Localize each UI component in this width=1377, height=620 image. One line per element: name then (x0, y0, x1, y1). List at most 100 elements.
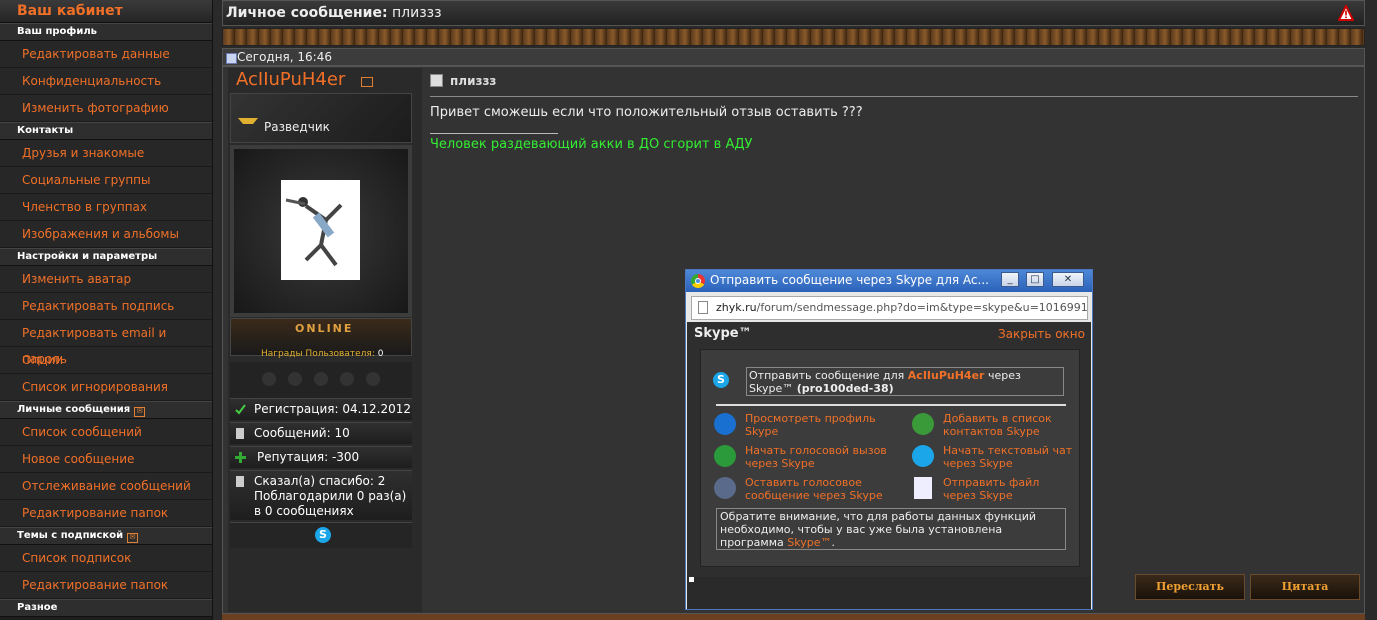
sidebar-item-group-membership[interactable]: Членство в группах (0, 194, 212, 221)
sidebar-item-change-avatar[interactable]: Изменить аватар (0, 266, 212, 293)
chrome-icon (691, 274, 705, 288)
sidebar-section-subs-label: Темы с подпиской (17, 530, 124, 541)
sidebar-item-options[interactable]: Опции (0, 347, 212, 374)
page-header: Личное сообщение: плиззз (222, 0, 1365, 26)
maximize-button[interactable]: □ (1026, 272, 1044, 287)
medal-slot (314, 372, 328, 386)
sidebar-item-edit-folders-pm[interactable]: Редактирование папок (0, 500, 212, 527)
document-icon (236, 428, 244, 439)
sidebar-section-settings: Настройки и параметры (0, 248, 212, 266)
divider (716, 404, 1066, 406)
user-menu-icon[interactable] (361, 77, 373, 87)
notice-skype-link[interactable]: Skype™ (787, 536, 831, 549)
sidebar-item-ignore-list[interactable]: Список игнорирования (0, 374, 212, 401)
sidebar-item-edit-data[interactable]: Редактировать данные (0, 41, 212, 68)
stat-thanks: Сказал(а) спасибо: 2 Поблагодарили 0 раз… (230, 470, 412, 520)
post-date: Сегодня, 16:46 (237, 50, 332, 64)
sidebar-section-misc: Разное (0, 599, 212, 617)
stat-thanks-text: Сказал(а) спасибо: 2 Поблагодарили 0 раз… (254, 474, 407, 518)
stat-reputation-text: Репутация: -300 (257, 450, 360, 464)
message-icon (430, 74, 443, 87)
sidebar-section-profile: Ваш профиль (0, 23, 212, 41)
sidebar-item-message-list[interactable]: Список сообщений (0, 419, 212, 446)
notice-text: Обратите внимание, что для работы данных… (720, 510, 1037, 549)
skype-id: (pro100ded-38) (796, 382, 894, 395)
skype-icon: S (713, 372, 729, 388)
sidebar-item-subscription-list[interactable]: Список подписок (0, 545, 212, 572)
sidebar-section-contacts: Контакты (0, 122, 212, 140)
phone-icon (714, 445, 736, 467)
sidebar-section-pm-label: Личные сообщения (17, 404, 131, 415)
url-text: zhyk.ru/forum/sendmessage.php?do=im&type… (716, 301, 1088, 314)
user-contact-bar: S (230, 522, 412, 548)
skype-heading: Skype™ (694, 326, 752, 341)
medal-slot (340, 372, 354, 386)
file-icon (914, 477, 932, 499)
medal-slot (366, 372, 380, 386)
minimize-button[interactable]: _ (1001, 272, 1019, 287)
forward-button[interactable]: Переслать (1135, 574, 1245, 600)
decorative-stripe (222, 28, 1365, 46)
sidebar: Ваш кабинет Ваш профиль Редактировать да… (0, 0, 213, 620)
sidebar-item-images-albums[interactable]: Изображения и альбомы (0, 221, 212, 248)
stat-registration-text: Регистрация: 04.12.2012 (254, 402, 412, 416)
skype-actions-panel: S Отправить сообщение для AcIIuPuH4er че… (700, 349, 1080, 567)
send-user: AcIIuPuH4er (907, 369, 985, 382)
page-title-label: Личное сообщение: (226, 5, 388, 21)
sidebar-section-pm: Личные сообщения ✉ (0, 401, 212, 419)
medals-row (230, 362, 412, 398)
sidebar-item-edit-email[interactable]: Редактировать email и пароль (0, 320, 212, 366)
link-send-file[interactable]: Отправить файл через Skype (943, 476, 1073, 502)
divider (430, 96, 1358, 97)
notice-box: Обратите внимание, что для работы данных… (716, 508, 1066, 550)
awards-label: Награды Пользователя: (261, 349, 375, 359)
post-icon (226, 53, 237, 64)
url-bar[interactable]: zhyk.ru/forum/sendmessage.php?do=im&type… (691, 296, 1088, 320)
sidebar-item-edit-folders-subs[interactable]: Редактирование папок (0, 572, 212, 599)
info-icon (714, 413, 736, 435)
decorative-stripe-bottom (222, 614, 1365, 620)
signature-text: Человек раздевающий акки в ДО сгорит в А… (430, 137, 753, 152)
skype-popup-window: Отправить сообщение через Skype для Ac..… (685, 269, 1093, 610)
stat-registration: Регистрация: 04.12.2012 (230, 398, 412, 420)
sidebar-item-track-messages[interactable]: Отслеживание сообщений (0, 473, 212, 500)
url-path: /forum/sendmessage.php?do=im&type=skype&… (756, 301, 1088, 314)
envelope-icon[interactable]: ✉ (127, 533, 139, 543)
sidebar-item-edit-signature[interactable]: Редактировать подпись (0, 293, 212, 320)
quote-button[interactable]: Цитата (1250, 574, 1360, 600)
sidebar-item-privacy[interactable]: Конфиденциальность (0, 68, 212, 95)
stat-reputation: Репутация: -300 (230, 446, 412, 468)
link-text-chat[interactable]: Начать текстовый чат через Skype (943, 444, 1073, 470)
url-domain: zhyk.ru (716, 301, 757, 314)
close-button[interactable]: ✕ (1052, 272, 1084, 287)
sidebar-item-change-photo[interactable]: Изменить фотографию (0, 95, 212, 122)
signature-divider (430, 133, 558, 134)
page-icon (698, 301, 708, 314)
medal-slot (262, 372, 276, 386)
popup-footer (687, 577, 1091, 609)
sidebar-item-social-groups[interactable]: Социальные группы (0, 167, 212, 194)
popup-titlebar[interactable]: Отправить сообщение через Skype для Ac..… (686, 270, 1092, 292)
link-view-profile[interactable]: Просмотреть профиль Skype (745, 412, 895, 438)
link-add-contact[interactable]: Добавить в список контактов Skype (943, 412, 1073, 438)
plus-icon (235, 452, 246, 463)
message-text: Привет сможешь если что положительный от… (430, 105, 863, 120)
document-icon (236, 476, 244, 487)
link-voicemail[interactable]: Оставить голосовое сообщение через Skype (745, 476, 895, 502)
sidebar-item-friends[interactable]: Друзья и знакомые (0, 140, 212, 167)
user-name[interactable]: AcIIuPuH4er (236, 69, 345, 90)
avatar[interactable] (281, 180, 360, 280)
online-status-panel: ONLINE Награды Пользователя: 0 (230, 318, 412, 359)
resize-handle[interactable] (689, 577, 694, 582)
awards-count: 0 (377, 349, 384, 359)
envelope-icon[interactable]: ✉ (134, 407, 146, 417)
link-voice-call[interactable]: Начать голосовой вызов через Skype (745, 444, 895, 470)
warning-icon[interactable] (1338, 5, 1354, 21)
sidebar-title: Ваш кабинет (0, 0, 212, 23)
skype-icon[interactable]: S (315, 527, 331, 543)
sidebar-section-subs: Темы с подпиской ✉ (0, 527, 212, 545)
user-rank-label: Разведчик (264, 120, 330, 134)
close-window-link[interactable]: Закрыть окно (998, 327, 1085, 341)
sidebar-item-new-message[interactable]: Новое сообщение (0, 446, 212, 473)
page-title: Личное сообщение: плиззз (226, 5, 442, 21)
